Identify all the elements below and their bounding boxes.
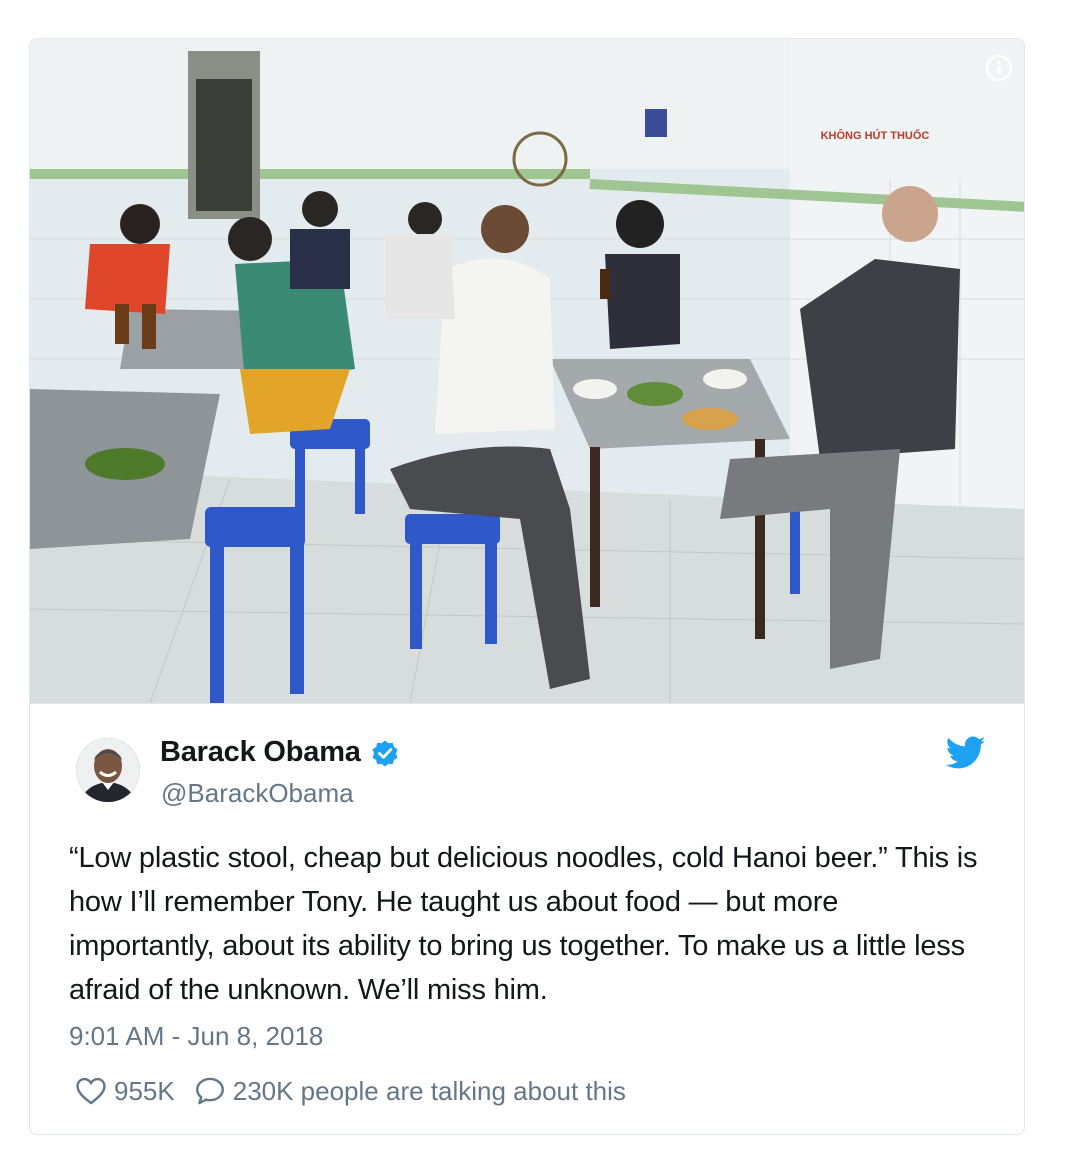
tweet-card: KHÔNG HÚT THUỐC Barack Obama @BarackObam… bbox=[29, 38, 1025, 1135]
twitter-bird-icon[interactable] bbox=[946, 736, 986, 770]
reply-button[interactable]: 230K people are talking about this bbox=[193, 1074, 626, 1108]
tweet-body: Barack Obama @BarackObama “Low plastic s… bbox=[30, 703, 1024, 1134]
talking-count: 230K people are talking about this bbox=[232, 1075, 626, 1106]
like-button[interactable]: 955K bbox=[74, 1074, 175, 1108]
like-count: 955K bbox=[114, 1075, 175, 1106]
restaurant-photo: KHÔNG HÚT THUỐC bbox=[30, 39, 1024, 703]
tweet-timestamp[interactable]: 9:01 AM - Jun 8, 2018 bbox=[69, 1021, 323, 1052]
tweet-text: “Low plastic stool, cheap but delicious … bbox=[69, 842, 978, 1006]
author-row: Barack Obama bbox=[160, 736, 399, 769]
info-icon[interactable] bbox=[984, 53, 1014, 83]
avatar[interactable] bbox=[76, 738, 140, 802]
speech-bubble-icon bbox=[195, 1077, 224, 1105]
heart-icon bbox=[76, 1077, 106, 1105]
author-name[interactable]: Barack Obama bbox=[160, 736, 361, 769]
avatar-image bbox=[76, 738, 140, 802]
tweet-actions: 955K 230K people are talking about this bbox=[74, 1074, 626, 1108]
author-handle[interactable]: @BarackObama bbox=[161, 778, 354, 809]
verified-badge-icon bbox=[372, 740, 398, 766]
tweet-photo[interactable]: KHÔNG HÚT THUỐC bbox=[30, 39, 1024, 703]
no-smoking-sign: KHÔNG HÚT THUỐC bbox=[821, 128, 930, 142]
